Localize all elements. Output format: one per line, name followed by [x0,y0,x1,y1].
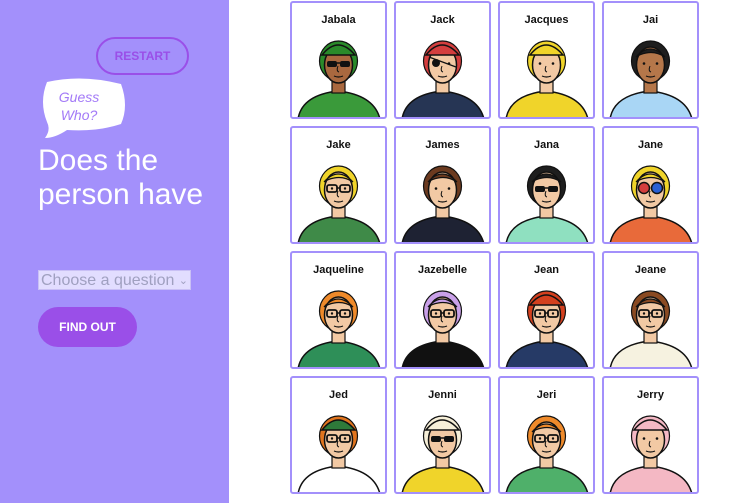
character-card[interactable]: Jeri [498,376,595,494]
character-card[interactable]: Jana [498,126,595,244]
character-card[interactable]: Jack [394,1,491,119]
character-card[interactable]: Jaqueline [290,251,387,369]
character-name: Jane [637,139,664,151]
character-portrait [505,415,589,492]
question-prompt: Does the person have [38,144,204,211]
character-portrait [505,40,589,117]
character-name: Jenni [428,389,457,401]
character-name: Jake [326,139,351,151]
character-name: Jai [642,14,659,26]
character-card[interactable]: Jake [290,126,387,244]
character-card[interactable]: Jenni [394,376,491,494]
character-name: Jed [329,389,348,401]
character-name: Jack [430,14,455,26]
character-portrait [609,40,693,117]
character-portrait [609,415,693,492]
character-card[interactable]: Jeane [602,251,699,369]
character-portrait [297,165,381,242]
character-name: Jabala [321,14,356,26]
character-portrait [401,165,485,242]
character-name: James [425,139,460,151]
sidebar: RESTART Guess Who? Does the person have … [0,0,229,503]
character-portrait [609,290,693,367]
character-portrait [609,165,693,242]
character-name: Jacques [524,14,569,26]
character-card[interactable]: Jean [498,251,595,369]
restart-button[interactable]: RESTART [96,37,189,75]
find-out-button[interactable]: FIND OUT [38,307,137,347]
character-name: Jaqueline [313,264,364,276]
character-portrait [505,290,589,367]
character-portrait [401,290,485,367]
character-name: Jean [533,264,560,276]
question-select[interactable]: Choose a question ⌄ [38,270,191,290]
character-name: Jerry [637,389,664,401]
character-name: Jana [533,139,560,151]
character-portrait [401,415,485,492]
character-name: Jeane [634,264,667,276]
character-card[interactable]: Jacques [498,1,595,119]
character-portrait [401,40,485,117]
character-card[interactable]: Jai [602,1,699,119]
character-card[interactable]: Jerry [602,376,699,494]
character-portrait [505,165,589,242]
character-portrait [297,40,381,117]
character-card[interactable]: Jed [290,376,387,494]
character-name: Jazebelle [418,264,467,276]
character-name: Jeri [536,389,557,401]
logo-text: Guess Who? [58,89,100,123]
question-select-placeholder: Choose a question [41,272,175,289]
character-card[interactable]: Jane [602,126,699,244]
character-portrait [297,290,381,367]
chevron-down-icon: ⌄ [178,275,188,287]
character-card[interactable]: James [394,126,491,244]
character-portrait [297,415,381,492]
character-card[interactable]: Jabala [290,1,387,119]
character-card[interactable]: Jazebelle [394,251,491,369]
